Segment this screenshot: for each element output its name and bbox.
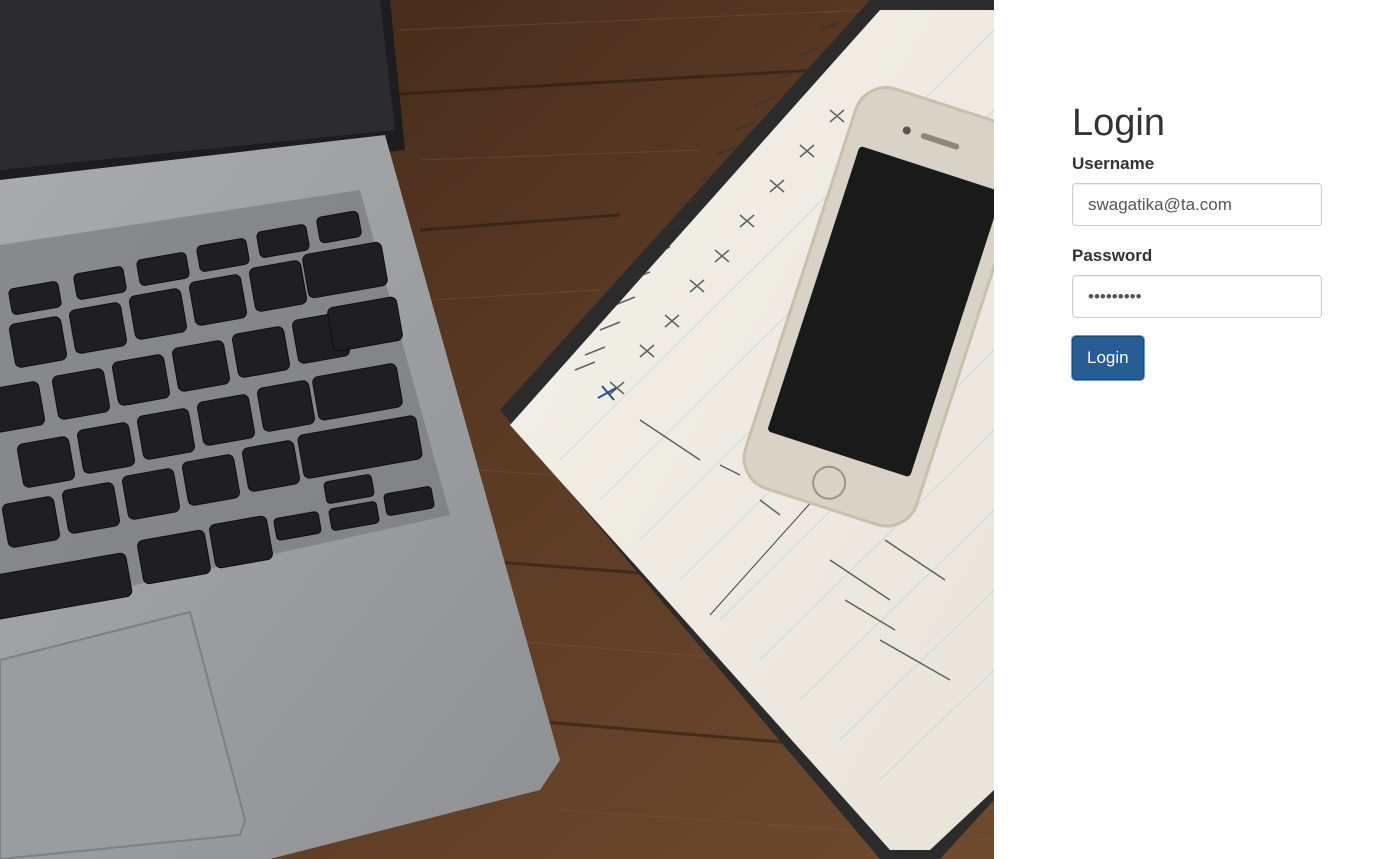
username-label: Username xyxy=(1072,154,1155,173)
username-input[interactable] xyxy=(1072,183,1322,226)
username-group: Username xyxy=(1072,154,1322,226)
password-input[interactable] xyxy=(1072,275,1322,318)
password-label: Password xyxy=(1072,246,1153,265)
login-form: Login Username Password Login xyxy=(1072,100,1322,380)
hero-image xyxy=(0,0,994,859)
login-button[interactable]: Login xyxy=(1072,336,1144,380)
login-title: Login xyxy=(1072,102,1165,144)
password-group: Password xyxy=(1072,246,1322,318)
login-page: Login Username Password Login xyxy=(0,0,1400,859)
